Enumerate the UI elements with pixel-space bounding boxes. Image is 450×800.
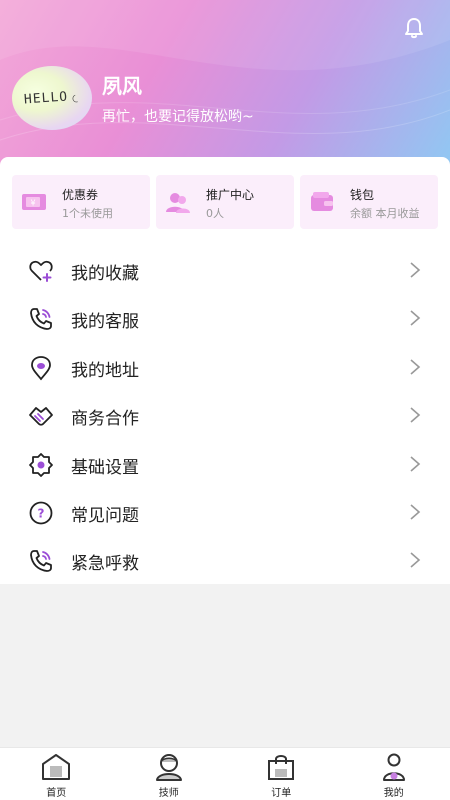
avatar-smile: ◡ bbox=[69, 92, 83, 104]
quick-cards: ¥ 优惠券 1个未使用 推广中心 0人 钱包 余额 本月收益 bbox=[12, 175, 438, 229]
heart-plus-icon bbox=[29, 260, 53, 282]
tab-profile[interactable]: 我的 bbox=[338, 748, 450, 800]
wallet-icon bbox=[311, 192, 333, 211]
menu-item-faq[interactable]: ? 常见问题 bbox=[0, 488, 450, 536]
phone-wave-icon bbox=[30, 550, 52, 573]
chevron-right-icon bbox=[410, 455, 421, 472]
tab-label: 技师 bbox=[158, 788, 179, 799]
chevron-right-icon bbox=[410, 359, 421, 375]
menu-label: 基础设置 bbox=[71, 457, 139, 478]
promotion-card[interactable]: 推广中心 0人 bbox=[156, 175, 294, 229]
menu-label: 紧急呼救 bbox=[71, 554, 139, 575]
bottom-tab-bar: 首页 技师 订单 我的 bbox=[0, 747, 450, 800]
question-icon: ? bbox=[29, 501, 53, 525]
tab-label: 首页 bbox=[46, 788, 67, 799]
location-pin-icon bbox=[31, 355, 51, 381]
chevron-right-icon bbox=[410, 407, 421, 423]
menu-label: 商务合作 bbox=[71, 409, 139, 430]
menu-label: 我的地址 bbox=[71, 360, 139, 381]
profile-menu: 我的收藏 我的客服 我的地址 商务合作 基础设置 ? 常见问题 紧急呼救 bbox=[0, 246, 450, 585]
avatar[interactable]: HELLO ◡ bbox=[12, 66, 92, 130]
settings-gear-icon bbox=[29, 452, 53, 477]
menu-item-settings[interactable]: 基础设置 bbox=[0, 440, 450, 488]
chevron-right-icon bbox=[410, 552, 421, 568]
users-icon bbox=[166, 193, 190, 213]
profile-icon bbox=[382, 753, 405, 781]
card-subtitle: 1个未使用 bbox=[62, 207, 113, 220]
card-subtitle: 余额 本月收益 bbox=[350, 207, 420, 220]
profile-slogan: 再忙，也要记得放松哟~ bbox=[102, 109, 254, 125]
home-icon bbox=[42, 754, 71, 780]
menu-item-emergency[interactable]: 紧急呼救 bbox=[0, 536, 450, 584]
card-title: 推广中心 bbox=[206, 188, 255, 202]
svg-text:¥: ¥ bbox=[30, 199, 35, 208]
tab-orders[interactable]: 订单 bbox=[225, 748, 338, 800]
menu-label: 常见问题 bbox=[71, 505, 139, 526]
profile-header: HELLO ◡ 夙风 再忙，也要记得放松哟~ bbox=[0, 0, 450, 175]
username: 夙风 bbox=[102, 74, 142, 98]
technician-icon bbox=[155, 754, 182, 781]
menu-item-favorites[interactable]: 我的收藏 bbox=[0, 246, 450, 294]
wallet-card[interactable]: 钱包 余额 本月收益 bbox=[300, 175, 438, 229]
handshake-icon bbox=[29, 407, 53, 426]
tab-label: 我的 bbox=[383, 788, 404, 799]
chevron-right-icon bbox=[410, 310, 421, 326]
notification-bell-icon[interactable] bbox=[402, 16, 426, 40]
menu-label: 我的收藏 bbox=[71, 264, 139, 284]
card-subtitle: 0人 bbox=[206, 207, 224, 220]
coupon-card[interactable]: ¥ 优惠券 1个未使用 bbox=[12, 175, 150, 229]
card-title: 钱包 bbox=[350, 188, 375, 202]
coupon-icon: ¥ bbox=[22, 194, 46, 210]
chevron-right-icon bbox=[410, 262, 421, 278]
chevron-right-icon bbox=[410, 504, 421, 520]
phone-wave-icon bbox=[30, 308, 52, 331]
card-title: 优惠券 bbox=[62, 188, 99, 202]
order-bag-icon bbox=[268, 755, 295, 780]
menu-item-business[interactable]: 商务合作 bbox=[0, 391, 450, 439]
svg-text:?: ? bbox=[38, 506, 45, 520]
tab-home[interactable]: 首页 bbox=[0, 748, 113, 800]
tab-technician[interactable]: 技师 bbox=[113, 748, 226, 800]
menu-item-customer-service[interactable]: 我的客服 bbox=[0, 294, 450, 342]
tab-label: 订单 bbox=[271, 788, 292, 799]
avatar-text: HELLO bbox=[23, 88, 69, 108]
menu-label: 我的客服 bbox=[71, 312, 139, 333]
menu-item-address[interactable]: 我的地址 bbox=[0, 343, 450, 391]
